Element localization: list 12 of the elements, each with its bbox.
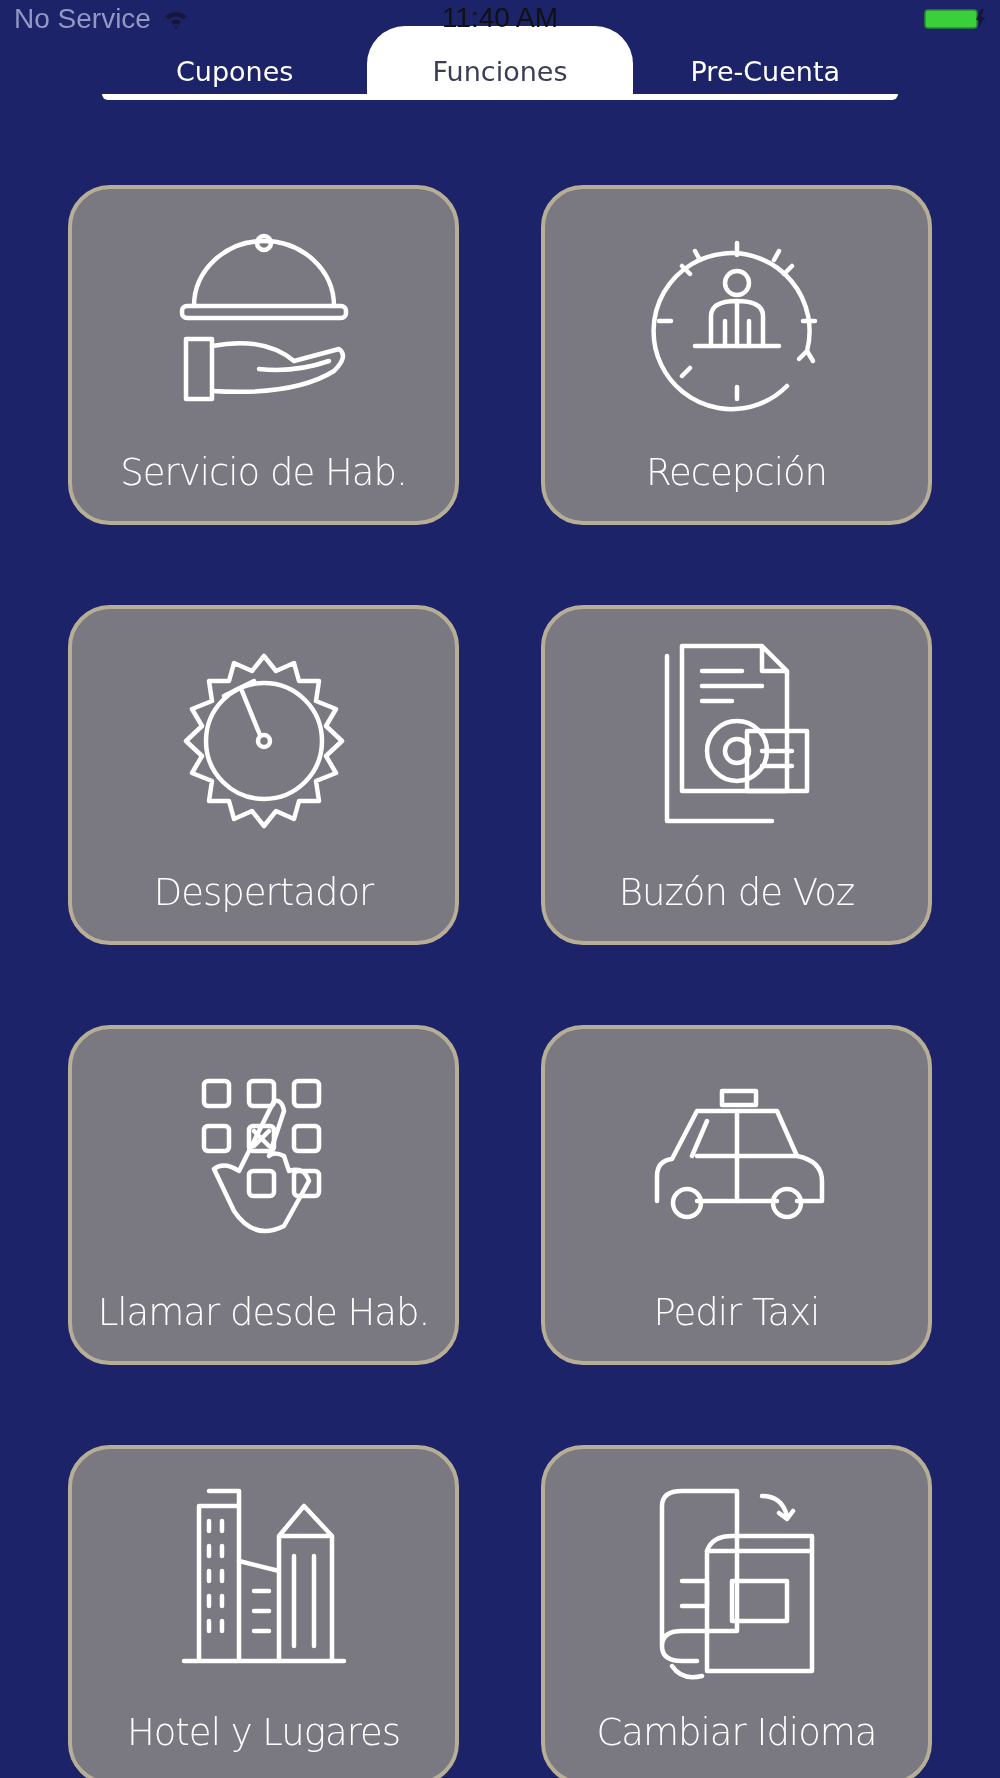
function-tile[interactable]: Pedir Taxi: [541, 1025, 932, 1365]
carrier-name: No Service: [14, 3, 151, 35]
function-tile[interactable]: Buzón de Voz: [541, 605, 932, 945]
function-tile[interactable]: Cambiar Idioma: [541, 1445, 932, 1778]
battery-icon: [924, 8, 986, 30]
function-tile[interactable]: Hotel y Lugares: [68, 1445, 459, 1778]
function-tile[interactable]: Recepción: [541, 185, 932, 525]
function-tile[interactable]: Llamar desde Hab.: [68, 1025, 459, 1365]
function-tile[interactable]: Despertador: [68, 605, 459, 945]
tab[interactable]: Pre-Cuenta: [632, 26, 898, 94]
tab[interactable]: Funciones: [367, 26, 633, 94]
function-tile[interactable]: Servicio de Hab.: [68, 185, 459, 525]
